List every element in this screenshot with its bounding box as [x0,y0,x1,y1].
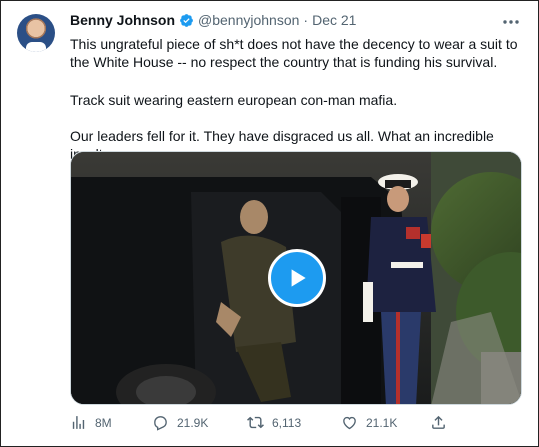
reply-icon [154,416,167,431]
share-action[interactable] [430,414,447,431]
like-icon [343,416,356,430]
like-action[interactable]: 21.1K [341,414,397,431]
tweet-date[interactable]: Dec 21 [312,12,356,28]
share-icon [432,415,445,429]
tweet-header: Benny Johnson @bennyjohnson · Dec 21 [70,12,356,28]
views-icon [72,416,85,429]
tweet-actions: 8M 21.9K 6,113 21.1K [70,414,525,436]
author-name[interactable]: Benny Johnson [70,12,175,28]
reply-count: 21.9K [177,415,209,430]
retweet-icon [247,416,264,429]
tweet-text: This ungrateful piece of sh*t does not h… [70,35,525,163]
avatar[interactable] [17,14,55,52]
verified-badge-icon [180,13,193,27]
author-handle[interactable]: @bennyjohnson [198,12,299,28]
tweet-paragraph: This ungrateful piece of sh*t does not h… [70,36,522,70]
separator-dot: · [303,12,309,28]
more-icon[interactable] [501,12,521,32]
play-button[interactable] [268,249,326,307]
like-count: 21.1K [366,415,398,430]
retweet-action[interactable]: 6,113 [247,414,301,431]
views-count: 8M [95,415,112,430]
video-player[interactable] [70,151,522,405]
play-icon [291,269,306,287]
tweet-paragraph: Track suit wearing eastern european con-… [70,92,398,108]
views-action[interactable]: 8M [70,414,112,431]
reply-action[interactable]: 21.9K [152,414,208,431]
retweet-count: 6,113 [272,415,302,430]
